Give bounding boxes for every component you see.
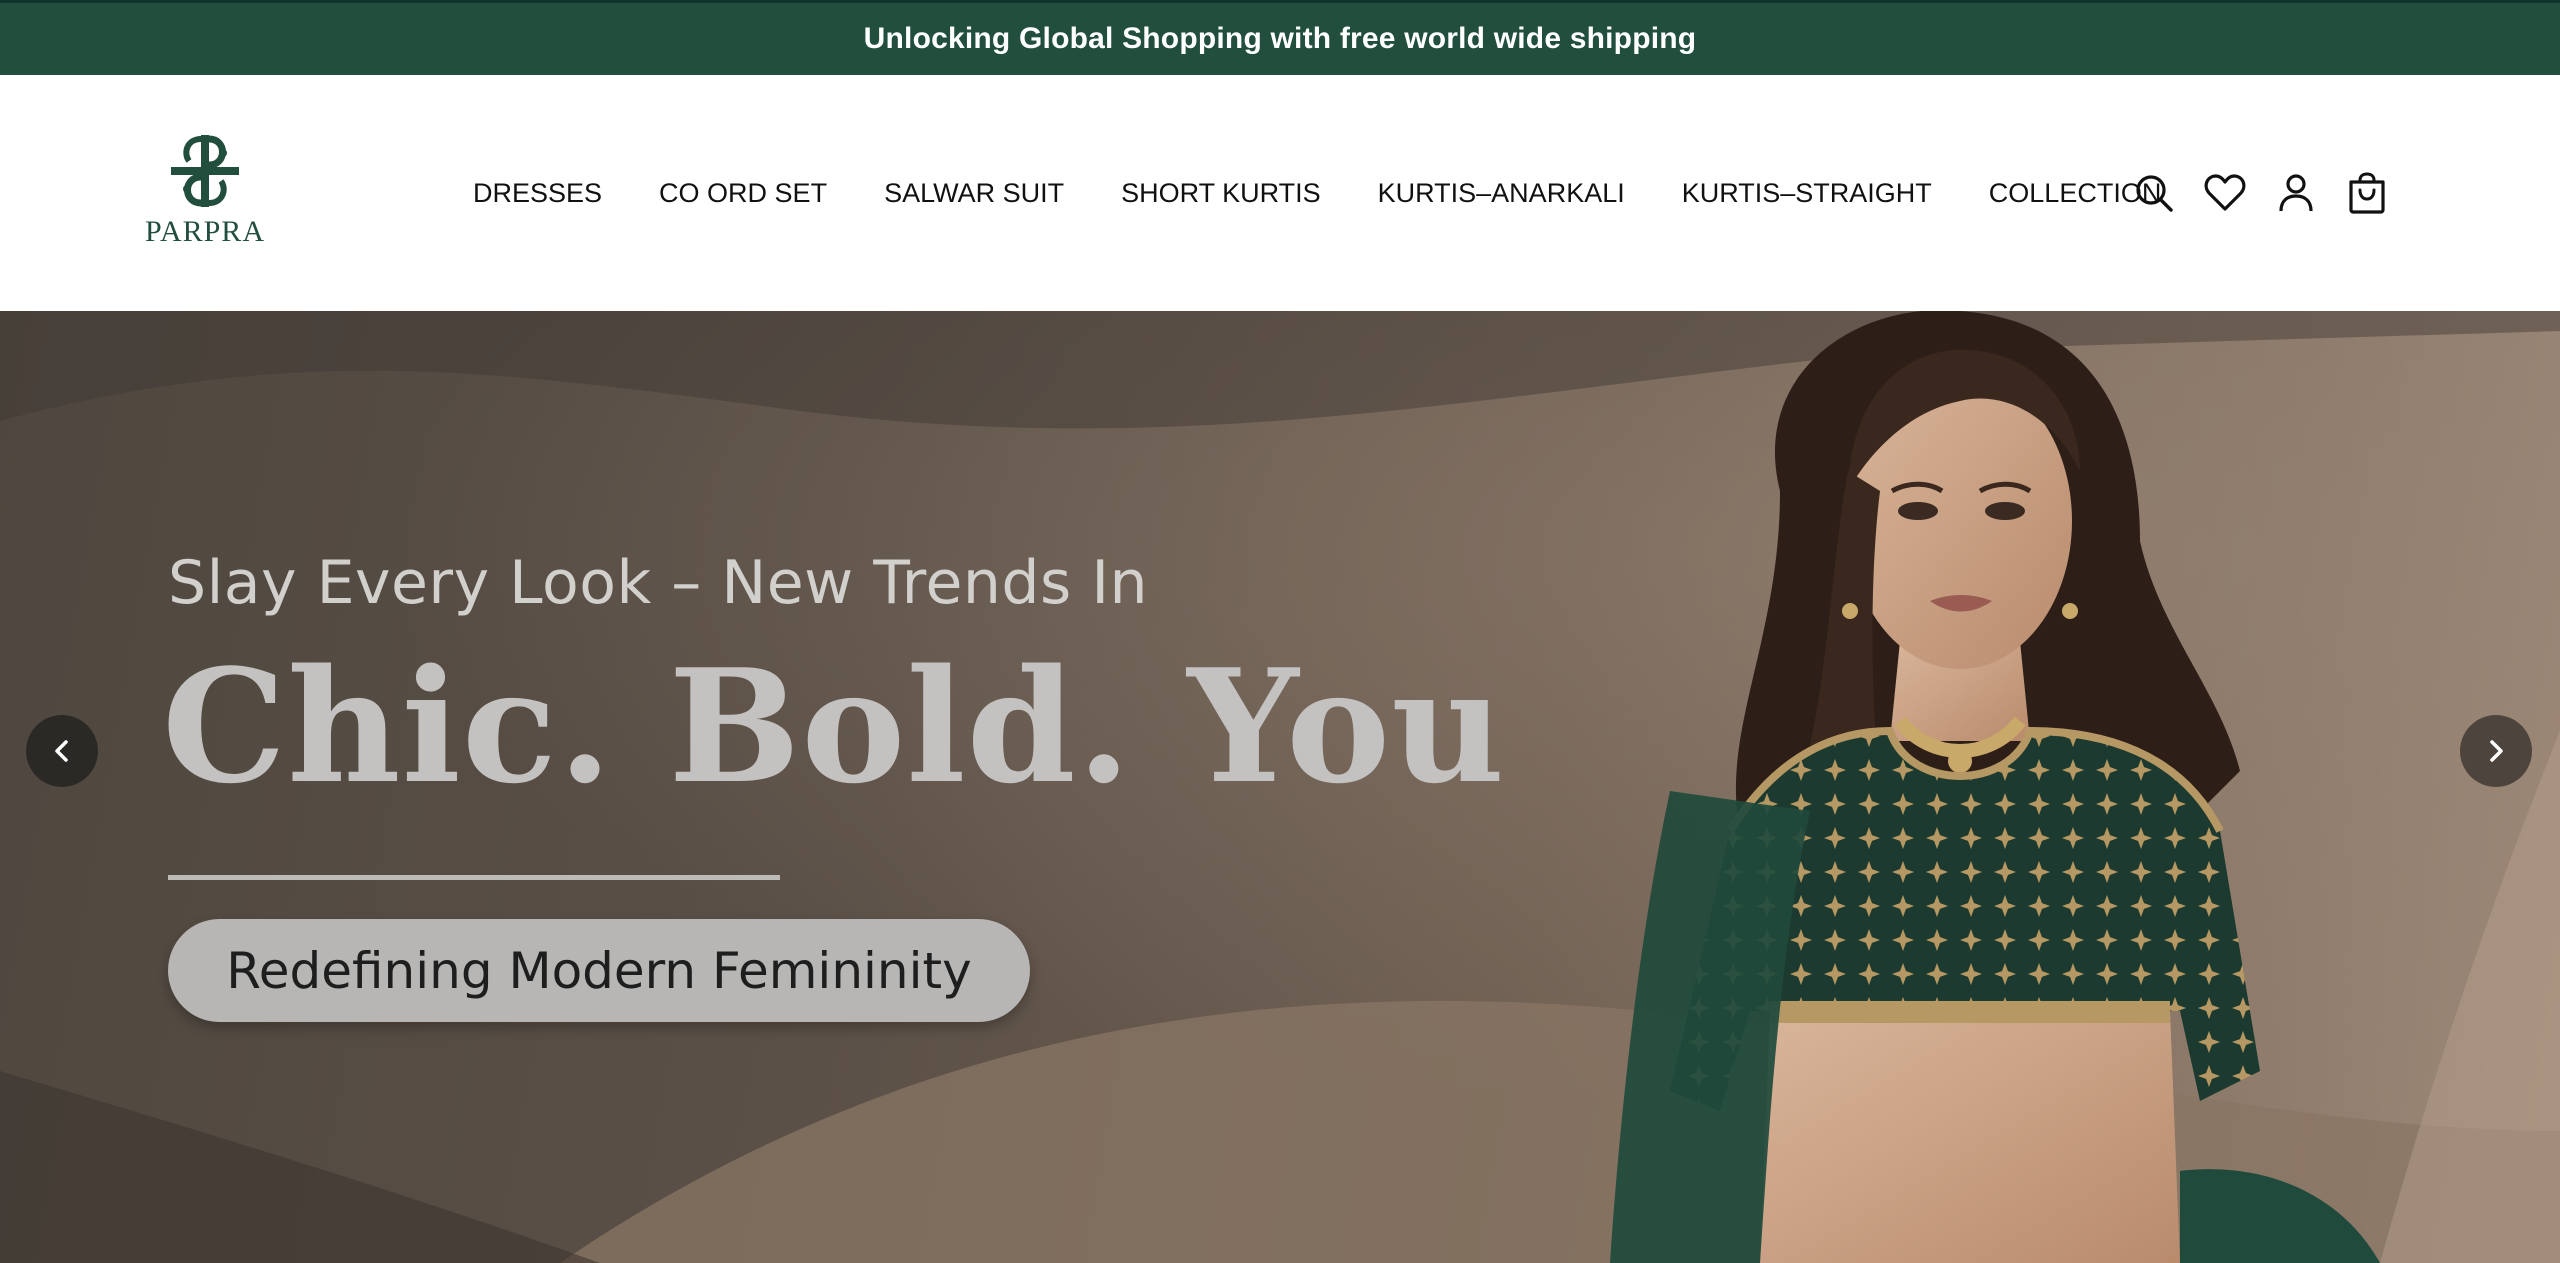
hero-model-image xyxy=(1610,311,2380,1263)
carousel-next-button[interactable] xyxy=(2460,715,2532,787)
cart-bag-icon xyxy=(2349,172,2385,214)
brand-logo[interactable]: PARPRA xyxy=(140,131,270,259)
account-button[interactable] xyxy=(2274,171,2318,215)
main-nav: DRESSES CO ORD SET SALWAR SUIT SHORT KUR… xyxy=(473,75,2161,311)
cart-button[interactable] xyxy=(2345,171,2389,215)
account-icon xyxy=(2279,174,2313,212)
chevron-left-icon xyxy=(55,740,68,762)
logo-monogram-icon xyxy=(171,135,239,207)
nav-item-kurtis-straight[interactable]: KURTIS–STRAIGHT xyxy=(1682,178,1932,209)
wishlist-heart-icon xyxy=(2204,174,2246,211)
search-button[interactable] xyxy=(2132,171,2176,215)
site-header: PARPRA DRESSES CO ORD SET SALWAR SUIT SH… xyxy=(0,75,2560,311)
carousel-prev-button[interactable] xyxy=(26,715,98,787)
hero-tagline-pill: Redefining Modern Femininity xyxy=(168,919,1030,1022)
announcement-bar: Unlocking Global Shopping with free worl… xyxy=(0,0,2560,75)
nav-item-salwar-suit[interactable]: SALWAR SUIT xyxy=(884,178,1064,209)
hero-title: Chic. Bold. You xyxy=(162,635,1506,818)
nav-item-short-kurtis[interactable]: SHORT KURTIS xyxy=(1121,178,1321,209)
hero-divider xyxy=(168,875,780,880)
announcement-text: Unlocking Global Shopping with free worl… xyxy=(863,22,1697,55)
nav-item-co-ord-set[interactable]: CO ORD SET xyxy=(659,178,827,209)
hero-subtitle: Slay Every Look – New Trends In xyxy=(168,548,1149,618)
nav-item-kurtis-anarkali[interactable]: KURTIS–ANARKALI xyxy=(1378,178,1625,209)
logo-text: PARPRA xyxy=(145,215,265,248)
wishlist-button[interactable] xyxy=(2203,171,2247,215)
hero-banner: Slay Every Look – New Trends In Chic. Bo… xyxy=(0,311,2560,1263)
header-icons xyxy=(2132,75,2389,311)
nav-item-dresses[interactable]: DRESSES xyxy=(473,178,602,209)
chevron-right-icon xyxy=(2490,740,2503,762)
search-icon xyxy=(2136,175,2173,212)
